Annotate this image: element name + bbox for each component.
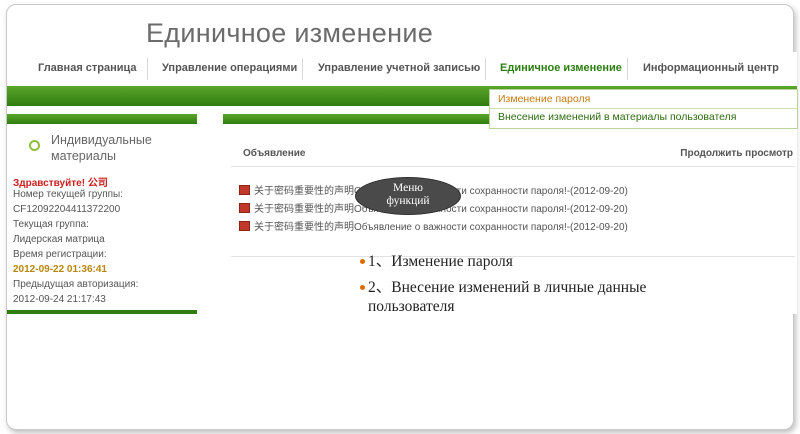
registration-time-label: Время регистрации:: [13, 249, 107, 260]
group-number-value: CF12092204411372200: [13, 204, 121, 215]
bullet-item: 1、Изменение пароля: [360, 252, 668, 271]
group-number-label: Номер текущей группы:: [13, 189, 124, 200]
nav-item-home[interactable]: Главная страница: [38, 62, 137, 74]
announcement-item[interactable]: 关于密码重要性的声明Объявление о важности сохранно…: [239, 218, 628, 233]
continue-view-link[interactable]: Продолжить просмотр: [680, 148, 793, 159]
sidebar-panel: Индивидуальные материалы Здравствуйте! 公…: [7, 114, 197, 314]
previous-auth-label: Предыдущая авторизация:: [13, 279, 139, 290]
callout-line-2: функций: [386, 195, 430, 207]
nav-item-account[interactable]: Управление учетной записью: [318, 62, 480, 74]
greeting-text: Здравствуйте! 公司: [13, 178, 108, 189]
circle-bullet-icon: [29, 140, 40, 151]
function-menu-callout: Меню функций: [356, 178, 460, 214]
bullet-text: 1、Изменение пароля: [368, 253, 513, 270]
callout-line-1: Меню: [393, 182, 423, 194]
nav-separator: [302, 58, 303, 80]
current-group-label: Текущая группа:: [13, 219, 89, 230]
submenu-edit-user-materials[interactable]: Внесение изменений в материалы пользоват…: [498, 111, 736, 123]
nav-separator: [627, 58, 628, 80]
document-icon: [239, 185, 250, 195]
document-icon: [239, 221, 250, 231]
bullet-item: 2、Внесение изменений в личные данные пол…: [360, 278, 668, 316]
nav-separator: [485, 58, 486, 80]
nav-item-operations[interactable]: Управление операциями: [162, 62, 297, 74]
announcement-header: Объявление Продолжить просмотр: [231, 136, 795, 167]
sidebar-bottom-strip: [7, 310, 197, 314]
sidebar-title: Индивидуальные материалы: [51, 133, 152, 163]
announcement-title: Объявление: [243, 148, 306, 159]
submenu-dropdown: Изменение пароля Внесение изменений в ма…: [489, 89, 798, 129]
registration-time-value: 2012-09-22 01:36:41: [13, 264, 107, 275]
document-icon: [239, 203, 250, 213]
slide-title: Единичное изменение: [146, 18, 434, 48]
current-group-value: Лидерская матрица: [13, 234, 105, 245]
sidebar-top-strip: [7, 114, 197, 124]
bullet-dot-icon: [360, 259, 365, 264]
announcement-text: 关于密码重要性的声明Объявление о важности сохранно…: [254, 222, 628, 233]
nav-item-single-change[interactable]: Единичное изменение: [500, 62, 622, 74]
bullet-text: 2、Внесение изменений в личные данные пол…: [368, 279, 647, 315]
nav-item-info-center[interactable]: Информационный центр: [643, 62, 779, 74]
submenu-change-password[interactable]: Изменение пароля: [498, 93, 590, 105]
bullet-dot-icon: [360, 285, 365, 290]
previous-auth-value: 2012-09-24 21:17:43: [13, 294, 106, 305]
nav-separator: [147, 58, 148, 80]
top-navigation: Главная страница Управление операциями У…: [7, 52, 797, 86]
submenu-divider: [490, 108, 797, 109]
